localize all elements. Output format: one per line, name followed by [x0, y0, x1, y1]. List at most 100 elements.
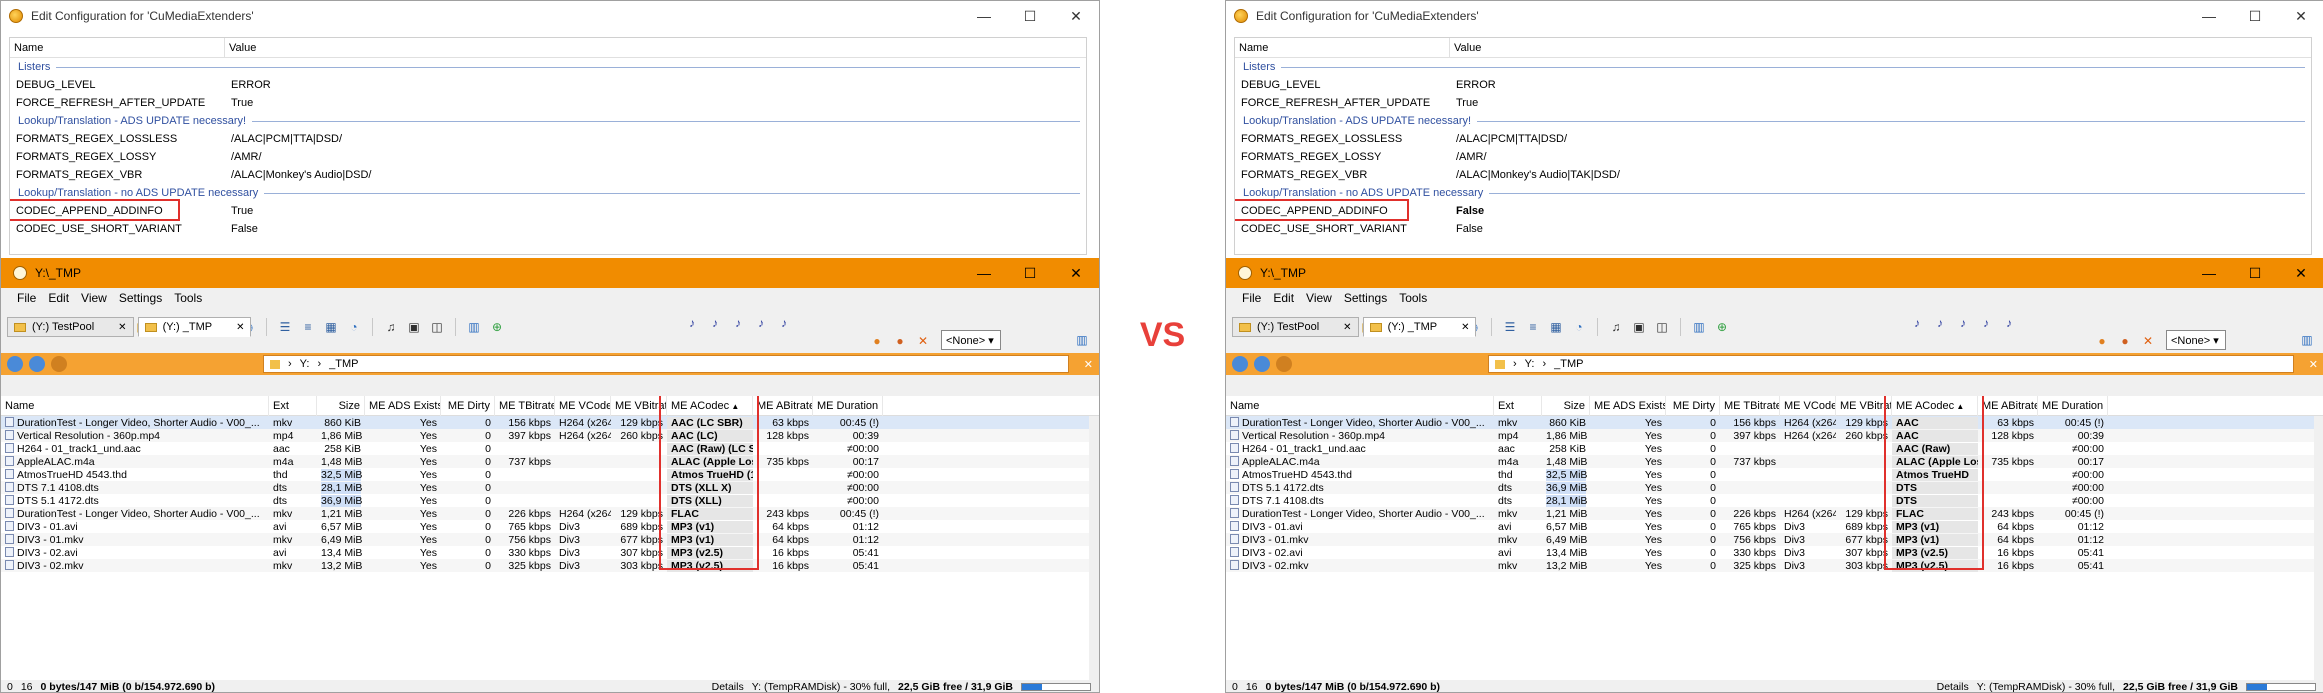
- column-header[interactable]: ME ADS Exists: [365, 396, 441, 416]
- table-row[interactable]: DTS 5.1 4172.dts dts 36,9 MiB Yes 0 DTS (XLL)…: [1, 494, 1099, 507]
- column-header[interactable]: ME VCodec: [555, 396, 611, 416]
- close-tab-icon[interactable]: ✕: [118, 322, 126, 333]
- menu-tools[interactable]: Tools: [1399, 291, 1427, 305]
- table-row[interactable]: DTS 7.1 4108.dts dts 28,1 MiB Yes 0 DTS ≠00:00: [1226, 494, 2323, 507]
- maximize-button[interactable]: ☐: [1007, 1, 1053, 31]
- address-bar[interactable]: › Y: › _TMP: [1488, 355, 2294, 373]
- menu-edit[interactable]: Edit: [48, 291, 69, 305]
- config-row[interactable]: CODEC_APPEND_ADDINFO False: [1235, 202, 2311, 220]
- table-row[interactable]: DIV3 - 01.mkv mkv 6,49 MiB Yes 0 756 kbps Div3…: [1, 533, 1099, 546]
- menu-view[interactable]: View: [81, 291, 107, 305]
- config-row[interactable]: FORCE_REFRESH_AFTER_UPDATE True: [10, 94, 1086, 112]
- column-header[interactable]: ME ABitrate: [1978, 396, 2038, 416]
- minimize-button[interactable]: —: [961, 258, 1007, 288]
- column-header-name[interactable]: Name: [10, 38, 225, 57]
- column-header[interactable]: Size: [1542, 396, 1590, 416]
- close-pane-icon[interactable]: ✕: [2309, 358, 2318, 371]
- config-row[interactable]: CODEC_USE_SHORT_VARIANT False: [10, 220, 1086, 238]
- close-button[interactable]: ✕: [2278, 258, 2323, 288]
- column-header[interactable]: ME ABitrate: [753, 396, 813, 416]
- table-row[interactable]: DIV3 - 02.mkv mkv 13,2 MiB Yes 0 325 kbps Div3…: [1, 559, 1099, 572]
- maximize-button[interactable]: ☐: [2232, 258, 2278, 288]
- vertical-scrollbar[interactable]: [2314, 416, 2323, 680]
- column-header[interactable]: ME ACodec ▲: [667, 396, 753, 416]
- table-row[interactable]: DIV3 - 01.avi avi 6,57 MiB Yes 0 765 kbps Div3…: [1, 520, 1099, 533]
- forward-icon[interactable]: [29, 356, 45, 372]
- config-row[interactable]: CODEC_USE_SHORT_VARIANT False: [1235, 220, 2311, 238]
- column-header[interactable]: Ext: [1494, 396, 1542, 416]
- config-row[interactable]: DEBUG_LEVEL ERROR: [10, 76, 1086, 94]
- menu-settings[interactable]: Settings: [1344, 291, 1387, 305]
- column-header[interactable]: Size: [317, 396, 365, 416]
- table-row[interactable]: AppleALAC.m4a m4a 1,48 MiB Yes 0 737 kbps ALAC…: [1, 455, 1099, 468]
- config-value[interactable]: True: [1450, 97, 1478, 109]
- tab-testpool[interactable]: (Y:) TestPool ✕: [7, 317, 134, 337]
- column-header[interactable]: ME Dirty: [441, 396, 495, 416]
- vertical-scrollbar[interactable]: [1089, 416, 1099, 680]
- details-toggle[interactable]: Details: [712, 681, 744, 692]
- menu-tools[interactable]: Tools: [174, 291, 202, 305]
- config-value[interactable]: ERROR: [1450, 79, 1496, 91]
- menu-view[interactable]: View: [1306, 291, 1332, 305]
- table-row[interactable]: DurationTest - Longer Video, Shorter Aud…: [1, 507, 1099, 520]
- close-button[interactable]: ✕: [1053, 1, 1099, 31]
- table-row[interactable]: H264 - 01_track1_und.aac aac 258 KiB Yes 0 AA…: [1, 442, 1099, 455]
- column-header[interactable]: Name: [1, 396, 269, 416]
- config-row[interactable]: DEBUG_LEVEL ERROR: [1235, 76, 2311, 94]
- minimize-button[interactable]: —: [961, 1, 1007, 31]
- up-icon[interactable]: [1276, 356, 1292, 372]
- column-header-value[interactable]: Value: [225, 38, 260, 57]
- tab-tmp[interactable]: (Y:) _TMP ✕: [137, 317, 252, 337]
- table-row[interactable]: DurationTest - Longer Video, Shorter Aud…: [1226, 416, 2323, 429]
- table-row[interactable]: AtmosTrueHD 4543.thd thd 32,5 MiB Yes 0 Atmos…: [1226, 468, 2323, 481]
- config-value[interactable]: /ALAC|Monkey's Audio|TAK|DSD/: [1450, 169, 1620, 181]
- close-pane-icon[interactable]: ✕: [1084, 358, 1093, 371]
- config-row[interactable]: CODEC_APPEND_ADDINFO True: [10, 202, 1086, 220]
- config-value[interactable]: True: [225, 205, 253, 217]
- config-value[interactable]: /ALAC|PCM|TTA|DSD/: [225, 133, 342, 145]
- config-value[interactable]: /ALAC|PCM|TTA|DSD/: [1450, 133, 1567, 145]
- column-header[interactable]: ME VCodec: [1780, 396, 1836, 416]
- back-icon[interactable]: [1232, 356, 1248, 372]
- config-row[interactable]: FORMATS_REGEX_LOSSY/AMR/: [1235, 148, 2311, 166]
- up-icon[interactable]: [51, 356, 67, 372]
- tab-testpool[interactable]: (Y:) TestPool ✕: [1232, 317, 1359, 337]
- column-header-name[interactable]: Name: [1235, 38, 1450, 57]
- table-row[interactable]: DIV3 - 01.mkv mkv 6,49 MiB Yes 0 756 kbps Div3…: [1226, 533, 2323, 546]
- config-value[interactable]: /AMR/: [225, 151, 262, 163]
- config-row[interactable]: FORMATS_REGEX_LOSSY/AMR/: [10, 148, 1086, 166]
- menu-file[interactable]: File: [17, 291, 36, 305]
- table-row[interactable]: DIV3 - 02.avi avi 13,4 MiB Yes 0 330 kbps Div3…: [1, 546, 1099, 559]
- column-header[interactable]: ME Duration: [813, 396, 883, 416]
- column-header[interactable]: ME TBitrate: [495, 396, 555, 416]
- close-button[interactable]: ✕: [2278, 1, 2323, 31]
- config-value[interactable]: True: [225, 97, 253, 109]
- column-header[interactable]: Ext: [269, 396, 317, 416]
- table-row[interactable]: DIV3 - 02.mkv mkv 13,2 MiB Yes 0 325 kbps Div3…: [1226, 559, 2323, 572]
- config-row[interactable]: FORMATS_REGEX_LOSSLESS/ALAC|PCM|TTA|DSD/: [10, 130, 1086, 148]
- column-header[interactable]: ME VBitrate: [611, 396, 667, 416]
- config-row[interactable]: FORMATS_REGEX_LOSSLESS/ALAC|PCM|TTA|DSD/: [1235, 130, 2311, 148]
- config-value[interactable]: ERROR: [225, 79, 271, 91]
- config-row[interactable]: FORMATS_REGEX_VBR/ALAC|Monkey's Audio|TA…: [1235, 166, 2311, 184]
- table-row[interactable]: DIV3 - 02.avi avi 13,4 MiB Yes 0 330 kbps Div3…: [1226, 546, 2323, 559]
- config-value[interactable]: False: [225, 223, 258, 235]
- column-header[interactable]: ME Dirty: [1666, 396, 1720, 416]
- close-tab-icon[interactable]: ✕: [1343, 322, 1351, 333]
- minimize-button[interactable]: —: [2186, 1, 2232, 31]
- table-row[interactable]: DIV3 - 01.avi avi 6,57 MiB Yes 0 765 kbps Div3…: [1226, 520, 2323, 533]
- config-row[interactable]: FORCE_REFRESH_AFTER_UPDATE True: [1235, 94, 2311, 112]
- table-row[interactable]: DTS 7.1 4108.dts dts 28,1 MiB Yes 0 DTS (XLL …: [1, 481, 1099, 494]
- breadcrumb-part[interactable]: Y:: [300, 358, 310, 370]
- table-row[interactable]: AppleALAC.m4a m4a 1,48 MiB Yes 0 737 kbps ALAC…: [1226, 455, 2323, 468]
- address-bar[interactable]: › Y: › _TMP: [263, 355, 1069, 373]
- table-row[interactable]: DurationTest - Longer Video, Shorter Aud…: [1, 416, 1099, 429]
- column-header-value[interactable]: Value: [1450, 38, 1485, 57]
- maximize-button[interactable]: ☐: [1007, 258, 1053, 288]
- maximize-button[interactable]: ☐: [2232, 1, 2278, 31]
- config-value[interactable]: /ALAC|Monkey's Audio|DSD/: [225, 169, 372, 181]
- back-icon[interactable]: [7, 356, 23, 372]
- column-header[interactable]: ME ACodec ▲: [1892, 396, 1978, 416]
- tab-tmp[interactable]: (Y:) _TMP ✕: [1362, 317, 1477, 337]
- table-row[interactable]: AtmosTrueHD 4543.thd thd 32,5 MiB Yes 0 Atmos…: [1, 468, 1099, 481]
